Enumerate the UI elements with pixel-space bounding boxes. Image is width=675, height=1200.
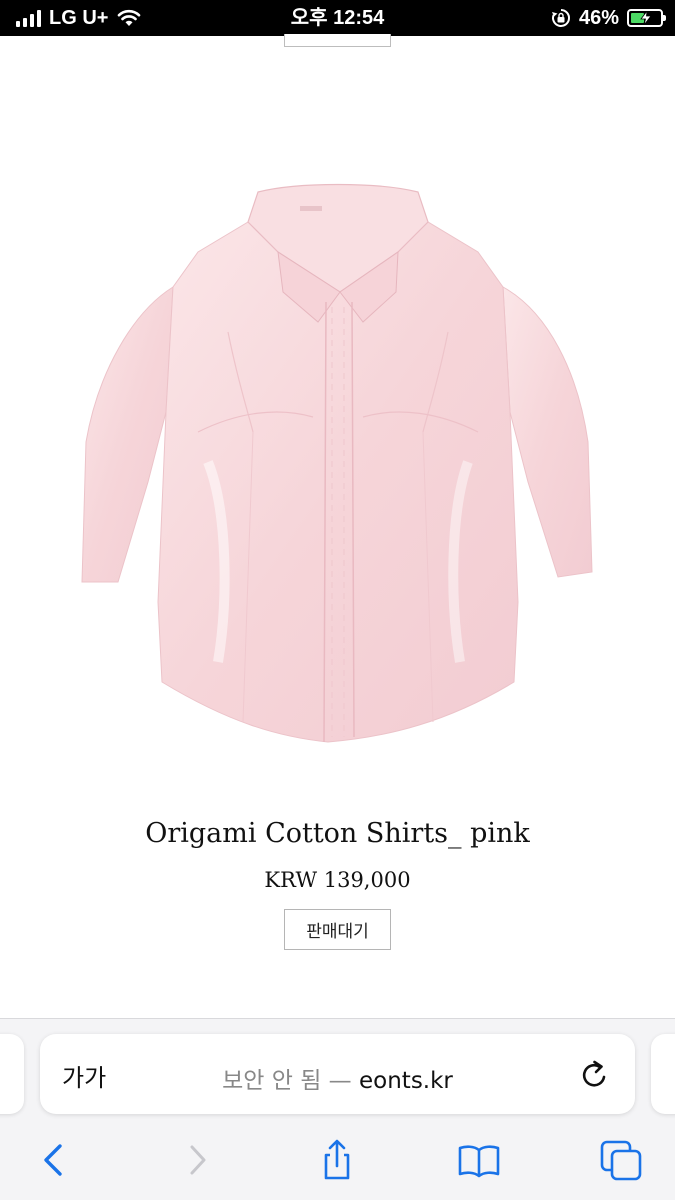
status-left: LG U+	[16, 0, 142, 36]
battery-percent: 46%	[578, 6, 619, 29]
tabs-icon	[600, 1140, 642, 1181]
back-button[interactable]	[30, 1138, 74, 1182]
reload-icon[interactable]	[577, 1054, 613, 1094]
battery-charging-icon	[627, 9, 666, 27]
tabs-button[interactable]	[600, 1138, 644, 1182]
bookmarks-button[interactable]	[457, 1138, 501, 1182]
bookmarks-icon	[458, 1145, 500, 1178]
share-icon	[324, 1139, 350, 1180]
status-bar: LG U+ 오후 12:54 46%	[0, 0, 675, 36]
security-warning: 보안 안 됨 —	[222, 1068, 359, 1094]
address-domain: eonts.kr	[359, 1068, 453, 1094]
signal-icon	[16, 9, 41, 27]
product-name: Origami Cotton Shirts_ pink	[145, 818, 530, 849]
product-price: KRW 139,000	[264, 868, 411, 892]
sale-status-button[interactable]: 판매대기	[284, 909, 391, 950]
previous-tab-peek[interactable]	[0, 1034, 24, 1114]
carrier-name: LG U+	[49, 6, 109, 29]
next-tab-peek[interactable]	[651, 1034, 675, 1114]
forward-button[interactable]	[176, 1138, 220, 1182]
address-text[interactable]: 보안 안 됨 — eonts.kr	[40, 1061, 635, 1095]
previous-item-button-partial[interactable]	[284, 34, 391, 47]
status-right: 46%	[551, 0, 666, 36]
address-bar[interactable]: 가가 보안 안 됨 — eonts.kr	[40, 1034, 635, 1114]
text-size-button[interactable]: 가가	[62, 1058, 106, 1093]
back-icon	[44, 1144, 62, 1176]
rotation-lock-icon	[551, 9, 570, 27]
wifi-icon	[118, 9, 141, 26]
share-button[interactable]	[315, 1138, 359, 1182]
forward-icon	[190, 1145, 206, 1175]
pink-shirt-image	[81, 183, 593, 743]
browser-toolbar	[0, 1130, 675, 1190]
